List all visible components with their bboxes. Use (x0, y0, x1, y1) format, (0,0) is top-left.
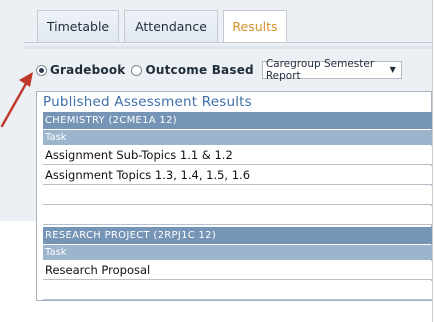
gradebook-radio[interactable] (36, 64, 47, 76)
task-row[interactable]: Assignment Topics 1.3, 1.4, 1.5, 1.6 (43, 166, 432, 185)
tab-divider-shadow (24, 46, 432, 49)
tab-attendance[interactable]: Attendance (124, 10, 218, 42)
empty-row (43, 206, 432, 225)
report-select-value: Caregroup Semester Report (265, 58, 375, 82)
tab-divider (24, 42, 432, 43)
subject-header-research-project: RESEARCH PROJECT (2RPJ1C 12) (43, 227, 432, 244)
empty-row (43, 186, 432, 205)
chevron-down-icon: ▼ (389, 65, 396, 74)
tab-timetable[interactable]: Timetable (37, 10, 119, 42)
subject-header-chemistry: CHEMISTRY (2CME1A 12) (43, 112, 432, 129)
annotation-arrow-icon (0, 72, 33, 128)
published-results-title: Published Assessment Results (43, 94, 252, 110)
published-results-panel: Published Assessment Results CHEMISTRY (… (36, 91, 432, 301)
view-mode-options: Gradebook Outcome Based Caregroup Semest… (36, 58, 402, 82)
gradebook-label[interactable]: Gradebook (50, 63, 125, 77)
outcome-based-radio[interactable] (131, 64, 143, 76)
right-border (432, 0, 433, 322)
empty-row (43, 281, 432, 300)
tab-results[interactable]: Results (223, 10, 287, 42)
task-row[interactable]: Research Proposal (43, 261, 432, 280)
task-column-header: Task (43, 130, 432, 145)
outcome-based-label[interactable]: Outcome Based (145, 63, 253, 77)
task-column-header: Task (43, 245, 432, 260)
task-row[interactable]: Assignment Sub-Topics 1.1 & 1.2 (43, 146, 432, 165)
report-select[interactable]: Caregroup Semester Report ▼ (261, 58, 402, 82)
